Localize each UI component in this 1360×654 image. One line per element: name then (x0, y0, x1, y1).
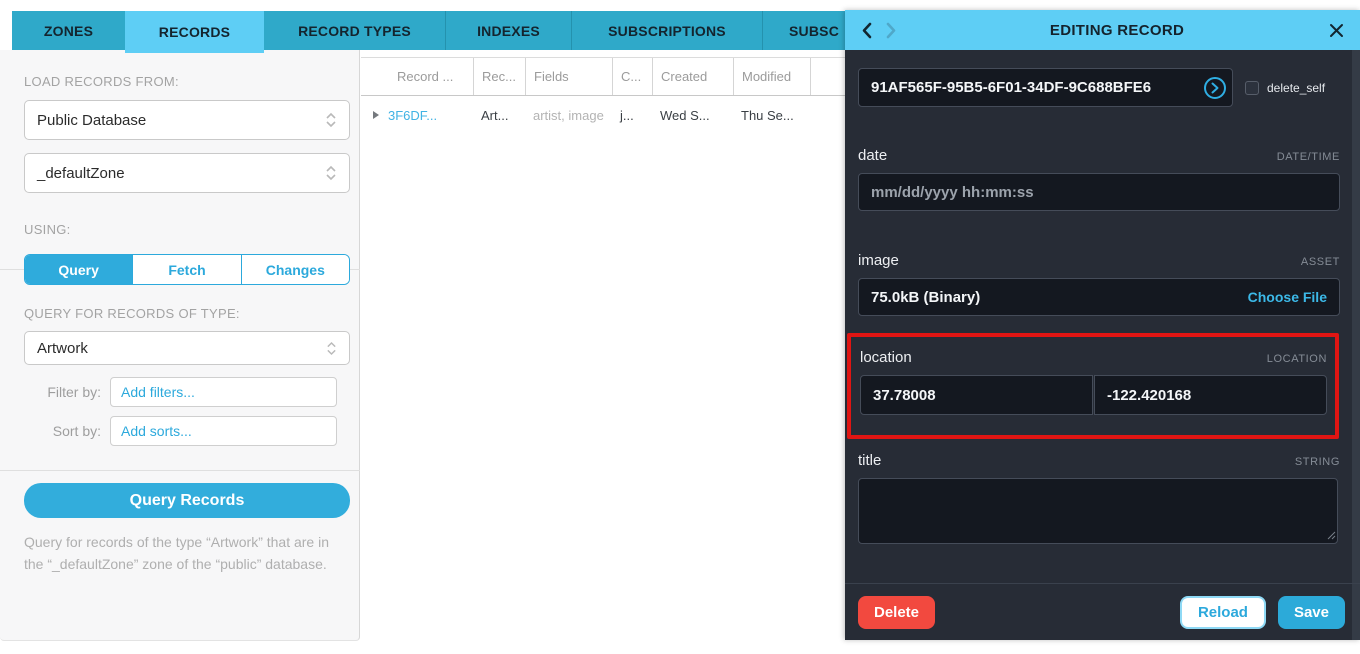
date-field-label: date (858, 147, 887, 164)
column-header-record-name[interactable]: Record ... (361, 58, 473, 95)
sort-input[interactable] (110, 416, 337, 446)
location-field-type: LOCATION (1267, 353, 1327, 365)
query-sidebar: LOAD RECORDS FROM: Public Database _defa… (0, 50, 360, 641)
column-header-created-by[interactable]: C... (612, 58, 652, 95)
filter-input[interactable] (110, 377, 337, 407)
record-type-cell: Art... (473, 108, 525, 123)
location-inputs-row (860, 375, 1327, 415)
zone-select[interactable]: _defaultZone (24, 153, 350, 193)
latitude-input[interactable] (860, 375, 1093, 415)
modified-cell: Thu Se... (733, 108, 810, 123)
column-header-modified[interactable]: Modified (733, 58, 810, 95)
location-highlight-box: location LOCATION (847, 333, 1339, 439)
choose-file-link[interactable]: Choose File (1248, 289, 1327, 305)
created-by-cell: j... (612, 108, 652, 123)
reload-button[interactable]: Reload (1180, 596, 1266, 629)
query-records-button[interactable]: Query Records (24, 483, 350, 518)
database-select[interactable]: Public Database (24, 100, 350, 140)
column-header-fields[interactable]: Fields (525, 58, 612, 95)
tab-records[interactable]: RECORDS (125, 11, 264, 53)
record-name-cell: 3F6DF... (361, 108, 473, 123)
created-cell: Wed S... (652, 108, 733, 123)
save-button[interactable]: Save (1278, 596, 1345, 629)
record-name-field (858, 68, 1233, 107)
table-header-row: Record ... Rec... Fields C... Created Mo… (361, 57, 845, 96)
disclosure-triangle-icon[interactable] (373, 111, 379, 119)
record-type-select[interactable]: Artwork (24, 331, 350, 365)
tab-subscriptions[interactable]: SUBSCRIPTIONS (571, 11, 762, 50)
open-record-icon[interactable] (1204, 77, 1226, 99)
section-divider (0, 470, 360, 471)
image-asset-value: 75.0kB (Binary) (871, 289, 980, 306)
sort-row: Sort by: (24, 416, 337, 446)
date-field-type: DATE/TIME (1277, 151, 1340, 163)
records-table: Record ... Rec... Fields C... Created Mo… (361, 57, 845, 134)
title-field-type: STRING (1295, 456, 1340, 468)
load-records-label: LOAD RECORDS FROM: (24, 74, 179, 89)
filter-label: Filter by: (24, 384, 110, 400)
segment-query[interactable]: Query (25, 255, 132, 284)
tab-record-types[interactable]: RECORD TYPES (264, 11, 445, 50)
segment-changes[interactable]: Changes (241, 255, 349, 284)
delete-button[interactable]: Delete (858, 596, 935, 629)
record-name-input[interactable] (858, 68, 1233, 107)
top-tab-bar: ZONES RECORDS RECORD TYPES INDEXES SUBSC… (12, 11, 882, 50)
resize-handle-icon[interactable] (1327, 531, 1336, 540)
image-field-type: ASSET (1301, 256, 1340, 268)
location-field-label: location (860, 349, 912, 366)
tab-zones[interactable]: ZONES (12, 11, 125, 50)
close-icon[interactable] (1329, 23, 1344, 38)
database-select-value: Public Database (37, 112, 146, 129)
delete-self-checkbox[interactable] (1245, 81, 1259, 95)
updown-chevron-icon (325, 111, 337, 129)
title-field: title STRING (858, 452, 1340, 544)
table-row[interactable]: 3F6DF... Art... artist, image j... Wed S… (361, 96, 845, 134)
segment-fetch[interactable]: Fetch (132, 255, 240, 284)
query-description: Query for records of the type “Artwork” … (24, 532, 336, 575)
panel-footer: Delete Reload Save (845, 583, 1360, 640)
fields-cell: artist, image (525, 108, 612, 123)
previous-record-icon[interactable] (861, 22, 872, 39)
query-type-label: QUERY FOR RECORDS OF TYPE: (24, 306, 240, 321)
longitude-input[interactable] (1094, 375, 1327, 415)
tab-indexes[interactable]: INDEXES (445, 11, 571, 50)
using-label: USING: (24, 222, 71, 237)
panel-body: delete_self date DATE/TIME image ASSET 7… (845, 50, 1360, 640)
title-field-label: title (858, 452, 881, 469)
image-asset-box: 75.0kB (Binary) Choose File (858, 278, 1340, 316)
record-name-link[interactable]: 3F6DF... (388, 108, 437, 123)
updown-chevron-icon (325, 164, 337, 182)
column-header-empty (810, 58, 845, 95)
title-textarea[interactable] (858, 478, 1338, 544)
editing-record-panel: EDITING RECORD delete_self date DATE/TIM… (845, 10, 1360, 640)
delete-self-label: delete_self (1267, 81, 1325, 95)
panel-header: EDITING RECORD (845, 10, 1360, 50)
image-field: image ASSET 75.0kB (Binary) Choose File (858, 252, 1340, 316)
date-input[interactable] (858, 173, 1340, 211)
column-header-record-type[interactable]: Rec... (473, 58, 525, 95)
record-type-select-value: Artwork (37, 340, 88, 357)
zone-select-value: _defaultZone (37, 165, 125, 182)
panel-scrollbar[interactable] (1352, 50, 1360, 640)
filter-row: Filter by: (24, 377, 337, 407)
using-segmented-control: Query Fetch Changes (24, 254, 350, 285)
next-record-icon[interactable] (886, 22, 897, 39)
sort-label: Sort by: (24, 423, 110, 439)
image-field-label: image (858, 252, 899, 269)
column-header-created[interactable]: Created (652, 58, 733, 95)
record-name-row: delete_self (858, 68, 1325, 107)
updown-chevron-icon (326, 340, 337, 357)
panel-title: EDITING RECORD (905, 22, 1329, 39)
date-field: date DATE/TIME (858, 147, 1340, 211)
